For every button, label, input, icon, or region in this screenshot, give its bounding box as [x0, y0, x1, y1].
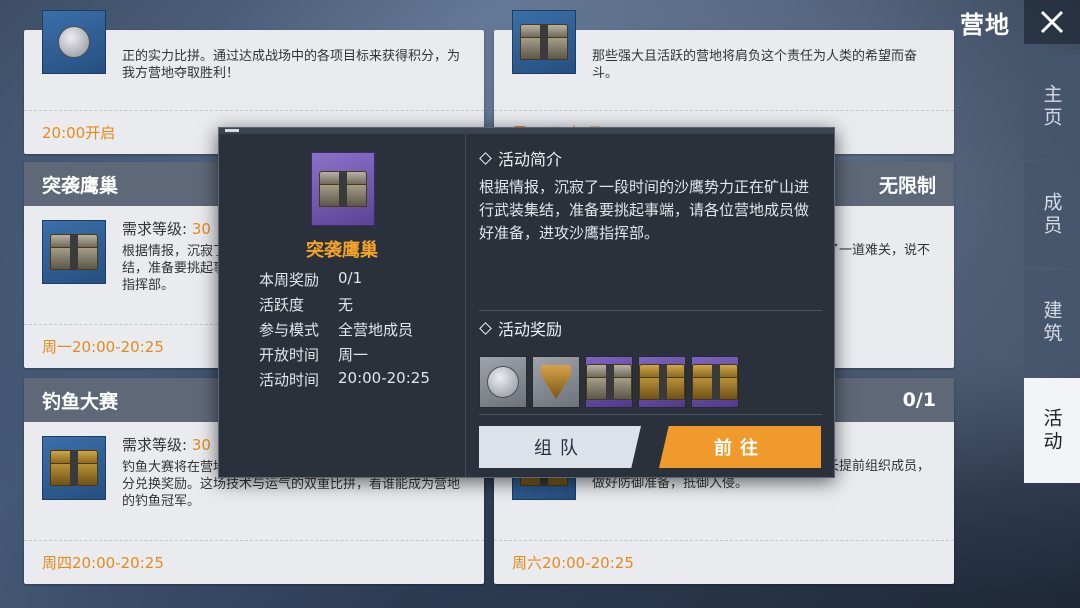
close-icon — [1040, 10, 1064, 34]
activity-detail-dialog: 突袭鹰巢 本周奖励 0/1 活跃度 无 参与模式 全营地成员 开放时间 周一 活… — [218, 127, 835, 478]
chest-icon — [50, 450, 98, 486]
chest-icon — [319, 171, 367, 207]
info-activity-points: 活跃度 无 — [259, 294, 353, 315]
required-level-label: 需求等级: — [122, 436, 188, 454]
reward-item[interactable] — [532, 356, 580, 408]
activity-thumbnail — [42, 220, 106, 284]
info-value: 20:00-20:25 — [338, 369, 430, 387]
reward-item[interactable] — [479, 356, 527, 408]
activity-time: 周四20:00-20:25 — [24, 540, 484, 584]
top-bar: 营地 — [960, 0, 1080, 44]
reward-item[interactable] — [585, 356, 633, 408]
activity-description: 那些强大且活跃的营地将肩负这个责任为人类的希望而奋斗。 — [592, 49, 918, 81]
activity-thumbnail — [42, 436, 106, 500]
activity-status: 无限制 — [878, 174, 936, 197]
reward-section-title: 活动奖励 — [479, 316, 562, 340]
activity-description: 正的实力比拼。通过达成战场中的各项目标来获得积分，为我方营地夺取胜利！ — [122, 49, 461, 81]
team-button[interactable]: 组队 — [479, 426, 641, 468]
chest-icon — [639, 364, 685, 400]
info-key: 活跃度 — [259, 296, 305, 314]
dialog-info-panel: 突袭鹰巢 本周奖励 0/1 活跃度 无 参与模式 全营地成员 开放时间 周一 活… — [219, 134, 466, 477]
required-level-value: 30 — [191, 436, 211, 454]
page-title: 营地 — [960, 10, 1010, 39]
info-value: 周一 — [338, 346, 369, 364]
diamond-icon — [479, 151, 492, 165]
reward-list — [479, 356, 739, 408]
info-value: 0/1 — [338, 269, 363, 287]
divider — [479, 414, 822, 415]
info-key: 活动时间 — [259, 371, 320, 389]
side-nav: 主页 成员 建筑 活动 — [1024, 54, 1080, 486]
activity-thumbnail — [42, 10, 106, 74]
activity-time: 周六20:00-20:25 — [494, 540, 954, 584]
diamond-icon — [479, 321, 492, 335]
nav-tab-members[interactable]: 成员 — [1024, 162, 1080, 267]
nav-tab-activities[interactable]: 活动 — [1024, 378, 1080, 483]
info-weekly-reward: 本周奖励 0/1 — [259, 269, 362, 290]
dialog-detail-panel: 活动简介 根据情报，沉寂了一段时间的沙鹰势力正在矿山进行武装集结，准备要挑起事端… — [467, 134, 834, 477]
info-participation-mode: 参与模式 全营地成员 — [259, 319, 413, 340]
info-key: 本周奖励 — [259, 271, 320, 289]
info-key: 参与模式 — [259, 321, 320, 339]
silver-coin-icon — [487, 366, 519, 398]
info-key: 开放时间 — [259, 346, 320, 364]
activity-status: 0/1 — [902, 389, 936, 411]
activity-name: 突袭鹰巢 — [306, 240, 378, 261]
info-value: 无 — [338, 296, 354, 314]
intro-text: 根据情报，沉寂了一段时间的沙鹰势力正在矿山进行武装集结，准备要挑起事端，请各位营… — [479, 178, 810, 242]
nav-tab-buildings[interactable]: 建筑 — [1024, 270, 1080, 375]
info-open-day: 开放时间 周一 — [259, 344, 368, 365]
chest-icon — [692, 364, 738, 400]
nav-tab-home[interactable]: 主页 — [1024, 54, 1080, 159]
chest-icon — [586, 364, 632, 400]
close-button[interactable] — [1024, 0, 1080, 44]
intro-section-title: 活动简介 — [479, 146, 822, 170]
go-button[interactable]: 前往 — [659, 426, 821, 468]
required-level-value: 30 — [191, 220, 211, 238]
chest-icon — [50, 234, 98, 270]
chest-icon — [520, 24, 568, 60]
coin-icon — [58, 26, 90, 58]
activity-title: 钓鱼大赛 — [42, 390, 119, 413]
required-level-label: 需求等级: — [122, 220, 188, 238]
activity-thumbnail — [512, 10, 576, 74]
reward-item[interactable] — [638, 356, 686, 408]
reward-item[interactable] — [691, 356, 739, 408]
info-value: 全营地成员 — [338, 321, 414, 339]
activity-item-icon — [311, 152, 375, 226]
info-activity-time: 活动时间 20:00-20:25 — [259, 369, 430, 390]
divider — [479, 310, 822, 311]
badge-icon — [541, 365, 571, 399]
activity-title: 突袭鹰巢 — [42, 174, 119, 197]
